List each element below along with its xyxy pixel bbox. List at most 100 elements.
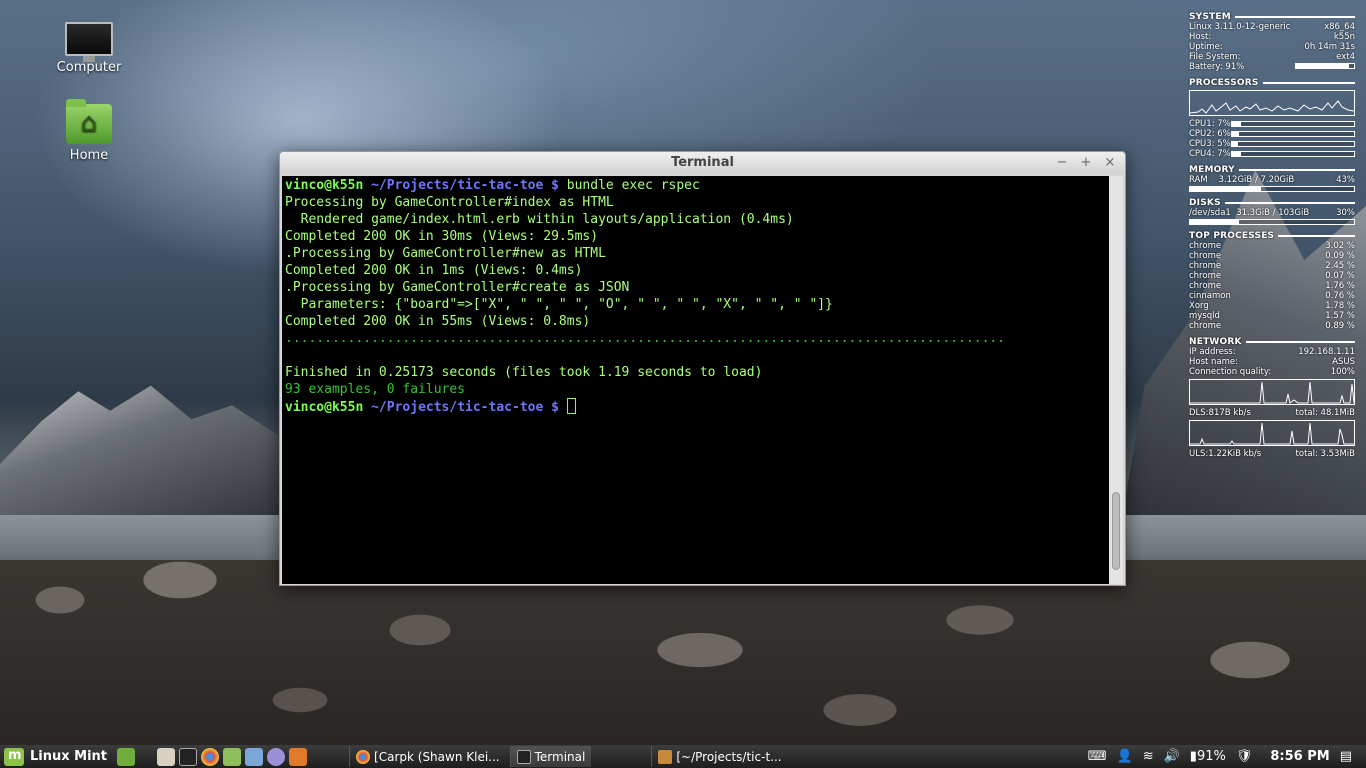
keyboard-icon[interactable]: ⌨ (1088, 749, 1107, 764)
battery-row: Battery: 91% (1189, 62, 1355, 72)
download-row: DLS:817B kb/s total: 48.1MiB (1189, 408, 1355, 418)
network-row: Connection quality: 100% (1189, 367, 1355, 377)
terminal-window[interactable]: Terminal − + × vinco@k55n ~/Projects/tic… (279, 151, 1126, 586)
output-line: Parameters: {"board"=>["X", " ", " ", "O… (285, 297, 833, 312)
wallpaper-rocks (0, 560, 1366, 746)
battery-icon: ▮ (1189, 749, 1197, 764)
close-button[interactable]: × (1103, 154, 1117, 172)
system-tray: ⌨ 👤 ≋ 🔊 ▮91% 🛡 8:56 PM ▤ (1088, 749, 1366, 764)
output-line: .Processing by GameController#new as HTM… (285, 246, 606, 261)
window-title: Terminal (671, 155, 734, 170)
linux-mint-logo-icon (4, 747, 24, 766)
volume-icon[interactable]: 🔊 (1164, 749, 1180, 764)
summary-line: 93 examples, 0 failures (285, 382, 466, 397)
process-row: chrome 1.76 % (1189, 281, 1355, 291)
process-row: chrome 0.89 % (1189, 321, 1355, 331)
clock[interactable]: 8:56 PM (1270, 749, 1329, 764)
cpu-row: CPU4: 7% (1189, 149, 1355, 159)
disk-bar (1189, 219, 1355, 225)
chrome-icon (356, 749, 371, 764)
memory-header: MEMORY (1189, 165, 1355, 175)
terminal-icon (516, 749, 531, 764)
home-folder-icon (66, 99, 112, 144)
update-shield-icon[interactable]: 🛡 (1236, 749, 1253, 764)
task-label: Terminal (534, 749, 586, 764)
chrome-launcher-icon[interactable] (201, 747, 220, 766)
network-header: NETWORK (1189, 337, 1355, 347)
show-desktop-icon[interactable] (117, 747, 136, 766)
battery-indicator[interactable]: ▮91% (1190, 749, 1226, 764)
text-cursor (566, 398, 576, 414)
battery-bar (1295, 63, 1355, 69)
disks-header: DISKS (1189, 198, 1355, 208)
prompt-user: vinco@k55n (285, 178, 364, 193)
processors-header: PROCESSORS (1189, 78, 1355, 88)
system-row: File System: ext4 (1189, 52, 1355, 62)
sublime-icon (658, 749, 673, 764)
network-row: IP address: 192.168.1.11 (1189, 347, 1355, 357)
output-line: Completed 200 OK in 1ms (Views: 0.4ms) (285, 263, 583, 278)
user-icon[interactable]: 👤 (1117, 749, 1133, 764)
virtualbox-launcher-icon[interactable] (245, 747, 264, 766)
output-line: .Processing by GameController#create as … (285, 280, 630, 295)
window-controls: − + × (1055, 154, 1117, 172)
notifications-icon[interactable]: ▤ (1340, 749, 1352, 764)
computer-icon (65, 22, 113, 62)
process-row: chrome 0.09 % (1189, 251, 1355, 261)
upload-graph (1189, 420, 1355, 446)
taskbar: Linux Mint [Carpk (Shawn Klei... Termina… (0, 745, 1366, 768)
app-launcher-icon[interactable] (267, 747, 286, 766)
system-row: Linux 3.11.0-12-generic x86_64 (1189, 22, 1355, 32)
minimize-button[interactable]: − (1055, 154, 1069, 172)
cpu-row: CPU1: 7% (1189, 119, 1355, 129)
menu-button[interactable]: Linux Mint (0, 747, 115, 766)
desktop-icon-home[interactable]: Home (49, 99, 129, 163)
prompt-path: ~/Projects/tic-tac-toe (371, 400, 544, 415)
upload-row: ULS:1.22KiB kb/s total: 3.53MiB (1189, 449, 1355, 459)
task-terminal[interactable]: Terminal (509, 746, 592, 767)
prompt-line: vinco@k55n ~/Projects/tic-tac-toe $ (285, 398, 1107, 416)
scrollbar-thumb[interactable] (1112, 492, 1120, 570)
command-line: vinco@k55n ~/Projects/tic-tac-toe $ bund… (285, 177, 1107, 194)
system-header: SYSTEM (1189, 12, 1355, 22)
disk-row: /dev/sda1 31.3GiB / 103GiB 30% (1189, 208, 1355, 218)
process-row: chrome 3.02 % (1189, 241, 1355, 251)
task-chrome[interactable]: [Carpk (Shawn Klei... (349, 746, 506, 767)
network-row: Host name: ASUS (1189, 357, 1355, 367)
top-processes-header: TOP PROCESSES (1189, 231, 1355, 241)
terminal-scrollbar[interactable] (1109, 176, 1123, 584)
task-sublime[interactable]: [~/Projects/tic-t... (651, 746, 787, 767)
process-row: Xorg 1.78 % (1189, 301, 1355, 311)
output-line: Completed 200 OK in 30ms (Views: 29.5ms) (285, 229, 599, 244)
file-manager-launcher-icon[interactable] (157, 747, 176, 766)
system-monitor-panel: SYSTEM Linux 3.11.0-12-generic x86_64 Hos… (1189, 12, 1355, 459)
terminal-output[interactable]: vinco@k55n ~/Projects/tic-tac-toe $ bund… (282, 176, 1110, 584)
desktop-icon-computer[interactable]: Computer (49, 22, 129, 75)
terminal-titlebar[interactable]: Terminal − + × (280, 152, 1125, 174)
system-row: Uptime: 0h 14m 31s (1189, 42, 1355, 52)
task-label: [Carpk (Shawn Klei... (374, 749, 500, 764)
files-launcher-icon[interactable] (223, 747, 242, 766)
prompt-symbol: $ (551, 178, 559, 193)
prompt-symbol: $ (551, 400, 559, 415)
memory-row: RAM 3.12GiB / 7.20GiB 43% (1189, 175, 1355, 185)
process-row: chrome 2.45 % (1189, 261, 1355, 271)
test-progress-dots: ........................................… (285, 331, 1006, 346)
desktop-icon-label: Computer (56, 60, 122, 75)
process-row: cinnamon 0.76 % (1189, 291, 1355, 301)
cpu-row: CPU2: 6% (1189, 129, 1355, 139)
finished-line: Finished in 0.25173 seconds (files took … (285, 365, 763, 380)
prompt-path: ~/Projects/tic-tac-toe (371, 178, 544, 193)
cpu-graph (1189, 90, 1355, 116)
maximize-button[interactable]: + (1079, 154, 1093, 172)
memory-bar (1189, 186, 1355, 192)
terminal-launcher-icon[interactable] (179, 747, 198, 766)
system-row: Host: k55n (1189, 32, 1355, 42)
output-line: Completed 200 OK in 55ms (Views: 0.8ms) (285, 314, 591, 329)
process-row: chrome 0.07 % (1189, 271, 1355, 281)
wifi-icon[interactable]: ≋ (1143, 749, 1154, 764)
sublime-launcher-icon[interactable] (289, 747, 308, 766)
output-line: Processing by GameController#index as HT… (285, 195, 614, 210)
download-graph (1189, 379, 1355, 405)
